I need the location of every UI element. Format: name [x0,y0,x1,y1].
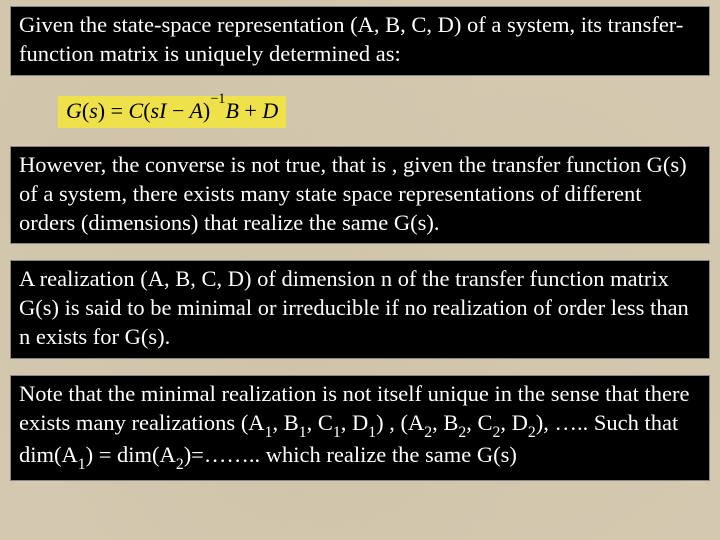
sub-da1: 1 [78,456,86,473]
t-m6: , C [466,410,492,435]
t-m9: ) = dim(A [86,442,176,467]
sub-b2: 2 [458,424,466,441]
t-m3: , D [341,410,369,435]
t-m1: , B [272,410,298,435]
sub-d1: 1 [368,424,376,441]
sub-b1: 1 [299,424,307,441]
statement-minimal-not-unique: Note that the minimal realization is not… [10,375,710,481]
text-block-2: However, the converse is not true, that … [19,152,687,235]
statement-converse-not-true: However, the converse is not true, that … [10,146,710,244]
sub-c1: 1 [333,424,341,441]
t-m7: , D [500,410,528,435]
text-block-3: A realization (A, B, C, D) of dimension … [19,266,689,349]
formula-container: G(s) = C(sI − A)−1B + D [10,92,710,130]
text-block-1: Given the state-space representation (A,… [19,12,683,66]
statement-transfer-function-unique: Given the state-space representation (A,… [10,6,710,76]
t-m4: ) , (A [376,410,424,435]
t-m5: , B [432,410,458,435]
slide: Given the state-space representation (A,… [10,6,710,481]
sub-c2: 2 [492,424,500,441]
statement-minimal-realization-def: A realization (A, B, C, D) of dimension … [10,260,710,358]
t-m2: , C [307,410,333,435]
sub-d2: 2 [528,424,536,441]
sub-da2: 2 [176,456,184,473]
t-tail: )=…….. which realize the same G(s) [184,442,517,467]
formula-expression: G(s) = C(sI − A)−1B + D [66,98,278,123]
transfer-function-formula: G(s) = C(sI − A)−1B + D [58,96,286,128]
sub-a1: 1 [265,424,273,441]
sub-a2: 2 [424,424,432,441]
